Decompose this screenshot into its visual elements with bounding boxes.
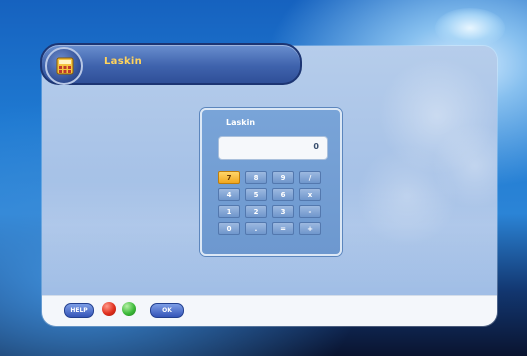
ok-button-label: OK xyxy=(162,307,172,314)
calculator-keypad: 7 8 9 / 4 5 6 x 1 2 3- 0. = + xyxy=(218,171,326,235)
tv-screen: HELP OK Laskin Laskin 0 7 8 9 / 4 5 6 x … xyxy=(0,0,527,356)
key-7[interactable]: 7 xyxy=(218,171,240,184)
calculator-window: Laskin 0 7 8 9 / 4 5 6 x 1 2 3- 0. = + xyxy=(200,108,342,256)
app-icon-badge xyxy=(45,47,83,85)
key-1[interactable]: 1 xyxy=(218,205,240,218)
green-button[interactable] xyxy=(122,302,136,316)
background-light-glow xyxy=(435,8,505,48)
key-minus[interactable]: - xyxy=(299,205,321,218)
help-button[interactable]: HELP xyxy=(64,303,94,318)
key-5[interactable]: 5 xyxy=(245,188,267,201)
key-2[interactable]: 2 xyxy=(245,205,267,218)
key-divide[interactable]: / xyxy=(299,171,321,184)
key-8[interactable]: 8 xyxy=(245,171,267,184)
app-title: Laskin xyxy=(104,56,143,67)
key-3[interactable]: 3 xyxy=(272,205,294,218)
key-4[interactable]: 4 xyxy=(218,188,240,201)
red-button[interactable] xyxy=(102,302,116,316)
key-9[interactable]: 9 xyxy=(272,171,294,184)
calculator-display-value: 0 xyxy=(313,142,319,151)
calculator-title: Laskin xyxy=(226,118,256,127)
calculator-app-icon xyxy=(56,57,74,75)
footer-bar: HELP OK xyxy=(42,295,497,326)
ok-button[interactable]: OK xyxy=(150,303,184,318)
key-0[interactable]: 0 xyxy=(218,222,240,235)
key-equals[interactable]: = xyxy=(272,222,294,235)
key-6[interactable]: 6 xyxy=(272,188,294,201)
key-plus[interactable]: + xyxy=(299,222,321,235)
calculator-display: 0 xyxy=(218,136,328,160)
key-decimal[interactable]: . xyxy=(245,222,267,235)
help-button-label: HELP xyxy=(70,307,88,314)
key-multiply[interactable]: x xyxy=(299,188,321,201)
app-header: Laskin xyxy=(40,43,302,85)
